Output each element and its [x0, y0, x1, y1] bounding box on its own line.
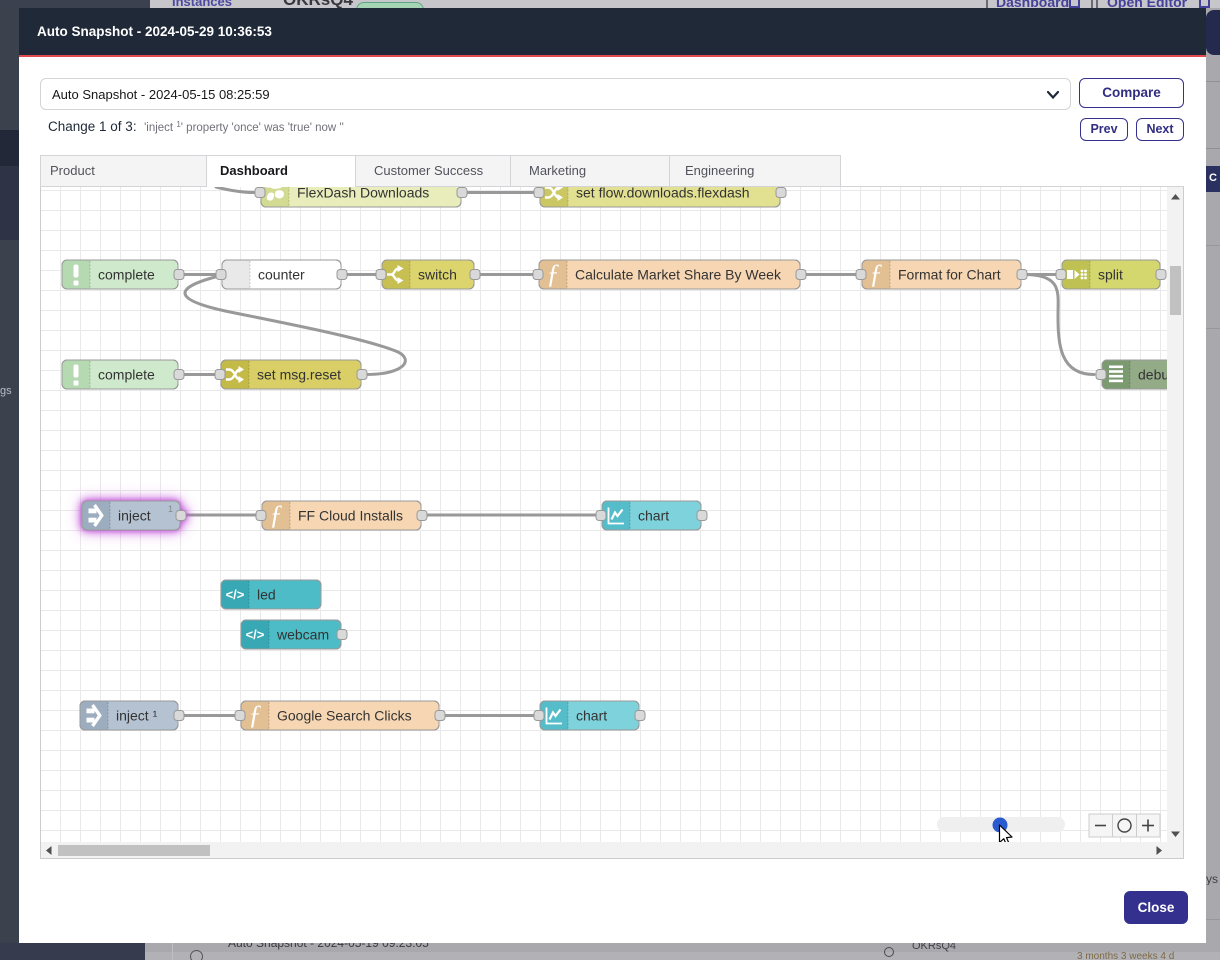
- svg-text:chart: chart: [576, 708, 607, 724]
- svg-text:1: 1: [168, 504, 173, 514]
- svg-text:</>: </>: [226, 587, 245, 602]
- svg-text:Format for Chart: Format for Chart: [898, 267, 1001, 283]
- svg-text:split: split: [1098, 267, 1123, 283]
- svg-text:ƒ: ƒ: [269, 500, 283, 530]
- svg-text:FF Cloud Installs: FF Cloud Installs: [298, 508, 403, 524]
- svg-text:set msg.reset: set msg.reset: [257, 367, 341, 383]
- svg-text:Calculate Market Share By Week: Calculate Market Share By Week: [575, 267, 782, 283]
- svg-text:webcam: webcam: [276, 627, 329, 643]
- svg-text:debug: debug: [1138, 367, 1167, 383]
- svg-text:chart: chart: [638, 508, 669, 524]
- svg-text:ƒ: ƒ: [546, 259, 560, 289]
- svg-text:set flow.downloads.flexdash: set flow.downloads.flexdash: [576, 187, 750, 201]
- svg-text:inject: inject: [118, 508, 151, 524]
- svg-text:complete: complete: [98, 267, 155, 283]
- svg-text:FlexDash Downloads: FlexDash Downloads: [297, 187, 429, 201]
- svg-text:Google Search Clicks: Google Search Clicks: [277, 708, 412, 724]
- svg-text:ƒ: ƒ: [248, 700, 262, 730]
- svg-text:switch: switch: [418, 267, 457, 283]
- svg-text:counter: counter: [258, 267, 305, 283]
- svg-text:</>: </>: [246, 627, 265, 642]
- svg-text:ƒ: ƒ: [869, 259, 883, 289]
- svg-text:led: led: [257, 587, 276, 603]
- svg-text:complete: complete: [98, 367, 155, 383]
- svg-text:inject ¹: inject ¹: [116, 708, 158, 724]
